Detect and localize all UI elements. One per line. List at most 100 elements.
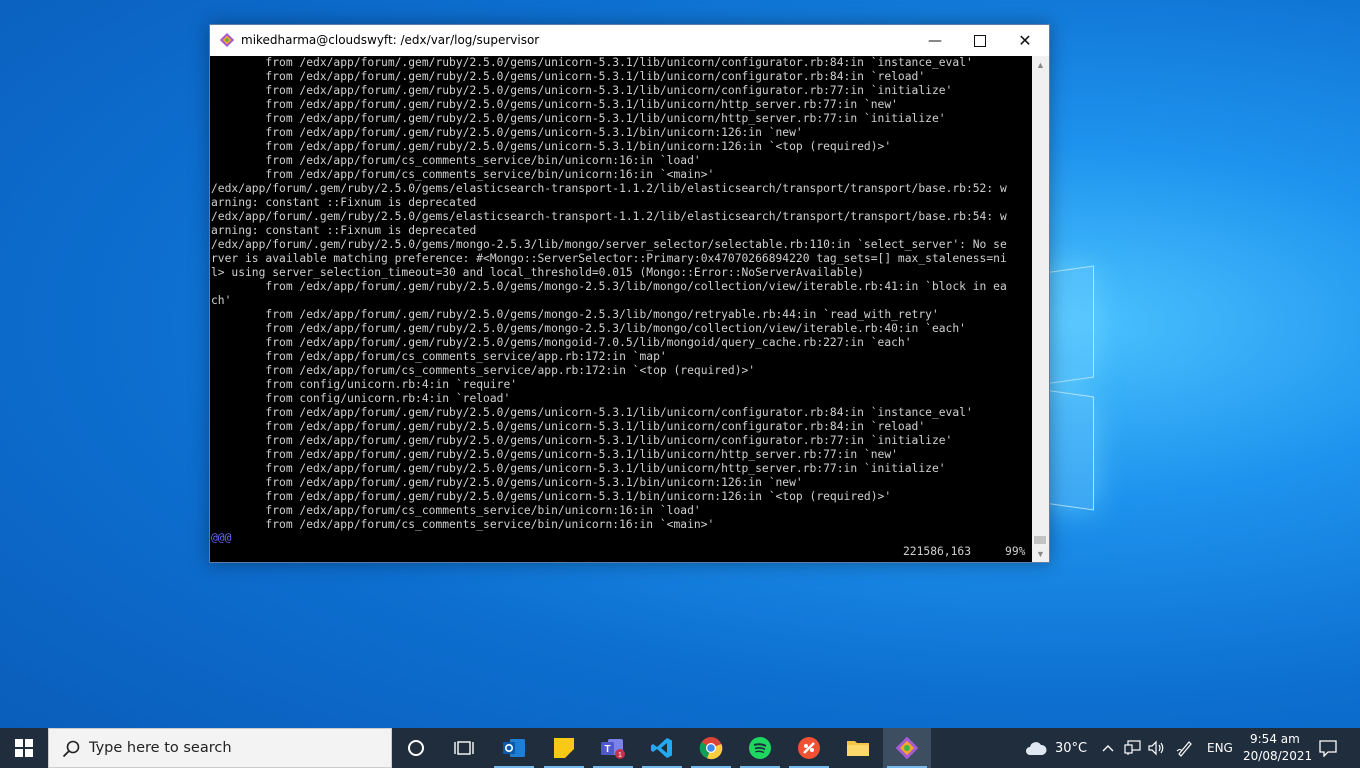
outlook-icon xyxy=(503,739,525,757)
git-gui-icon xyxy=(798,737,820,759)
taskbar: Type here to search T 1 30°C ENG 9:54 am… xyxy=(0,728,1360,768)
terminal-line: from /edx/app/forum/cs_comments_service/… xyxy=(211,364,756,377)
terminal-line: from /edx/app/forum/.gem/ruby/2.5.0/gems… xyxy=(211,126,803,139)
weather-temperature[interactable]: 30°C xyxy=(1055,741,1087,756)
terminal-line: from /edx/app/forum/.gem/ruby/2.5.0/gems… xyxy=(211,308,939,321)
git-bash-icon xyxy=(895,736,919,760)
terminal-line: from /edx/app/forum/.gem/ruby/2.5.0/gems… xyxy=(211,112,946,125)
terminal-line: from /edx/app/forum/cs_comments_service/… xyxy=(211,350,667,363)
network-button[interactable] xyxy=(1123,728,1143,768)
spotify-taskbar-button[interactable] xyxy=(736,728,784,768)
sticky-notes-icon xyxy=(554,738,574,758)
terminal-line: from config/unicorn.rb:4:in `require' xyxy=(211,378,518,391)
scroll-percent: 99% xyxy=(1005,545,1026,558)
git-gui-taskbar-button[interactable] xyxy=(785,728,833,768)
teams-badge-text: 1 xyxy=(618,750,622,759)
clock-time: 9:54 am xyxy=(1250,732,1300,746)
terminal-line: from /edx/app/forum/.gem/ruby/2.5.0/gems… xyxy=(211,406,973,419)
terminal-line: from /edx/app/forum/.gem/ruby/2.5.0/gems… xyxy=(211,140,892,153)
terminal-line: from /edx/app/forum/cs_comments_service/… xyxy=(211,518,715,531)
minimize-icon: — xyxy=(928,32,942,49)
pen-icon xyxy=(1176,741,1192,757)
git-bash-icon xyxy=(219,32,235,48)
windows-start-icon xyxy=(15,739,33,757)
action-center-button[interactable] xyxy=(1312,728,1344,768)
teams-taskbar-button[interactable]: T 1 xyxy=(589,728,637,768)
vertical-scrollbar[interactable]: ▲ ▼ xyxy=(1032,56,1049,562)
cortana-icon xyxy=(408,740,424,756)
cloud-icon xyxy=(1026,742,1047,755)
title-bar[interactable]: mikedharma@cloudswyft: /edx/var/log/supe… xyxy=(210,25,1049,56)
terminal-line: from /edx/app/forum/.gem/ruby/2.5.0/gems… xyxy=(211,56,973,69)
input-language[interactable]: ENG xyxy=(1207,741,1233,755)
terminal-line: ch' xyxy=(211,294,232,307)
chrome-icon xyxy=(699,737,723,760)
scroll-up-icon[interactable]: ▲ xyxy=(1032,56,1049,73)
terminal-line: from /edx/app/forum/cs_comments_service/… xyxy=(211,154,701,167)
terminal-lines: from /edx/app/forum/.gem/ruby/2.5.0/gems… xyxy=(211,56,1007,532)
pen-workspace-button[interactable] xyxy=(1175,728,1195,768)
outlook-taskbar-button[interactable] xyxy=(490,728,538,768)
terminal-line: l> using server_selection_timeout=30 and… xyxy=(211,266,864,279)
notification-icon xyxy=(1319,740,1337,757)
scroll-down-icon[interactable]: ▼ xyxy=(1032,545,1049,562)
git-bash-taskbar-button[interactable] xyxy=(883,728,931,768)
network-icon xyxy=(1124,740,1141,755)
chrome-taskbar-button[interactable] xyxy=(687,728,735,768)
teams-icon: T 1 xyxy=(601,739,625,759)
terminal-line: from config/unicorn.rb:4:in `reload' xyxy=(211,392,511,405)
terminal-line: /edx/app/forum/.gem/ruby/2.5.0/gems/elas… xyxy=(211,210,1007,223)
sticky-notes-taskbar-button[interactable] xyxy=(540,728,588,768)
clock-button[interactable]: 9:54 am 20/08/2021 xyxy=(1238,728,1312,768)
vim-status-line: 221586,163 99% xyxy=(903,545,1025,559)
terminal-line: from /edx/app/forum/.gem/ruby/2.5.0/gems… xyxy=(211,448,898,461)
search-icon xyxy=(62,740,80,758)
window-title: mikedharma@cloudswyft: /edx/var/log/supe… xyxy=(241,33,540,47)
terminal-line: arning: constant ::Fixnum is deprecated xyxy=(211,224,477,237)
maximize-icon xyxy=(974,34,986,47)
maximize-button[interactable] xyxy=(957,25,1003,56)
terminal-line: from /edx/app/forum/.gem/ruby/2.5.0/gems… xyxy=(211,462,946,475)
task-view-icon xyxy=(454,741,474,755)
terminal-line: from /edx/app/forum/.gem/ruby/2.5.0/gems… xyxy=(211,434,953,447)
terminal-line: from /edx/app/forum/.gem/ruby/2.5.0/gems… xyxy=(211,70,926,83)
taskbar-search-box[interactable]: Type here to search xyxy=(48,728,392,768)
scrollbar-thumb[interactable] xyxy=(1034,536,1046,544)
svg-text:T: T xyxy=(604,744,610,755)
terminal-output[interactable]: from /edx/app/forum/.gem/ruby/2.5.0/gems… xyxy=(210,56,1032,562)
terminal-line: from /edx/app/forum/.gem/ruby/2.5.0/gems… xyxy=(211,84,953,97)
weather-button[interactable] xyxy=(1024,728,1048,768)
terminal-line: from /edx/app/forum/.gem/ruby/2.5.0/gems… xyxy=(211,476,803,489)
file-explorer-taskbar-button[interactable] xyxy=(834,728,882,768)
terminal-line: from /edx/app/forum/.gem/ruby/2.5.0/gems… xyxy=(211,322,966,335)
terminal-line: from /edx/app/forum/.gem/ruby/2.5.0/gems… xyxy=(211,420,926,433)
minimize-button[interactable]: — xyxy=(912,25,958,56)
spotify-icon xyxy=(749,737,771,759)
terminal-line: rver is available matching preference: #… xyxy=(211,252,1007,265)
chevron-up-icon xyxy=(1102,745,1114,752)
cortana-button[interactable] xyxy=(392,728,440,768)
terminal-line: from /edx/app/forum/cs_comments_service/… xyxy=(211,504,701,517)
close-icon: ✕ xyxy=(1018,31,1032,50)
search-placeholder: Type here to search xyxy=(89,740,232,756)
vim-overflow-marker: @@@ xyxy=(211,531,232,544)
terminal-line: arning: constant ::Fixnum is deprecated xyxy=(211,196,477,209)
vscode-icon xyxy=(651,738,672,758)
show-hidden-icons-button[interactable] xyxy=(1099,728,1117,768)
task-view-button[interactable] xyxy=(440,728,488,768)
speaker-icon xyxy=(1148,740,1164,756)
terminal-line: from /edx/app/forum/.gem/ruby/2.5.0/gems… xyxy=(211,490,892,503)
terminal-line: from /edx/app/forum/.gem/ruby/2.5.0/gems… xyxy=(211,98,898,111)
close-button[interactable]: ✕ xyxy=(1002,25,1048,56)
terminal-line: /edx/app/forum/.gem/ruby/2.5.0/gems/elas… xyxy=(211,182,1007,195)
folder-icon xyxy=(847,741,869,756)
terminal-line: from /edx/app/forum/.gem/ruby/2.5.0/gems… xyxy=(211,280,1007,293)
volume-button[interactable] xyxy=(1146,728,1166,768)
terminal-window[interactable]: mikedharma@cloudswyft: /edx/var/log/supe… xyxy=(209,24,1050,563)
vscode-taskbar-button[interactable] xyxy=(638,728,686,768)
start-button[interactable] xyxy=(0,728,48,768)
terminal-line: /edx/app/forum/.gem/ruby/2.5.0/gems/mong… xyxy=(211,238,1007,251)
terminal-line: from /edx/app/forum/.gem/ruby/2.5.0/gems… xyxy=(211,336,912,349)
terminal-line: from /edx/app/forum/cs_comments_service/… xyxy=(211,168,715,181)
clock-date: 20/08/2021 xyxy=(1243,749,1313,763)
